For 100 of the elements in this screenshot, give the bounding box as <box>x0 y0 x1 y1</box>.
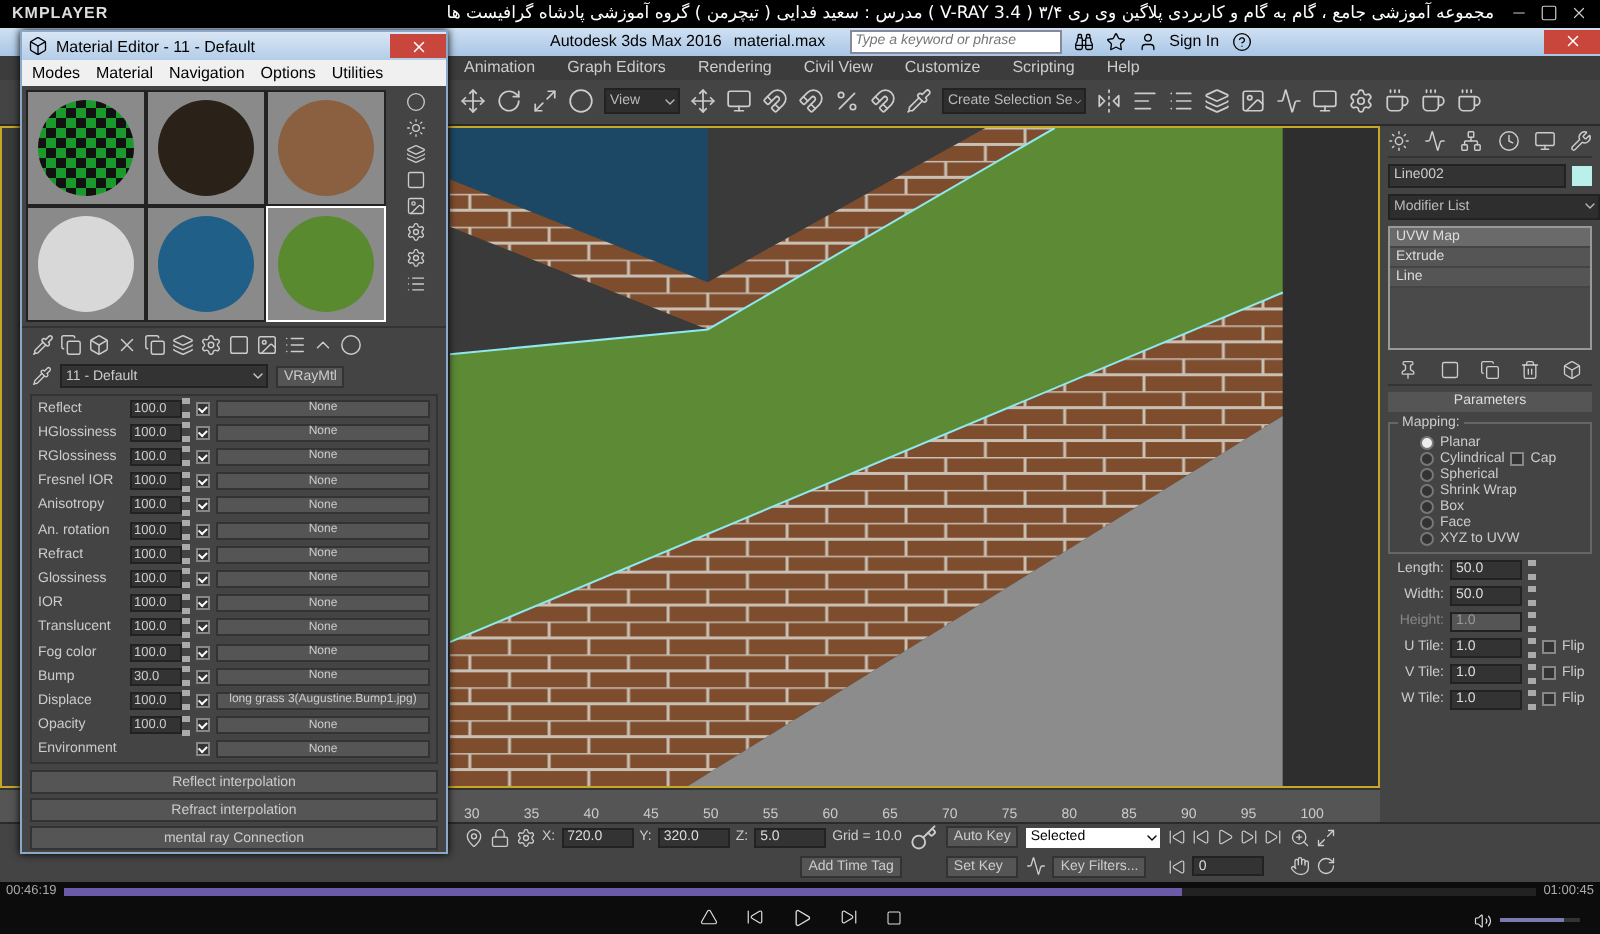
user-icon[interactable] <box>1137 31 1158 52</box>
radio-button[interactable] <box>1420 435 1434 450</box>
menu-item[interactable]: Scripting <box>1012 58 1075 77</box>
pin-icon[interactable] <box>464 827 484 848</box>
object-color-swatch[interactable] <box>1572 165 1592 186</box>
spinner-icon[interactable] <box>182 642 190 663</box>
spinner-icon[interactable] <box>182 520 190 541</box>
maximize-icon[interactable] <box>1540 4 1558 23</box>
snap-icon[interactable] <box>762 88 788 115</box>
sample-slot[interactable] <box>148 92 264 204</box>
checkbox[interactable] <box>196 742 210 757</box>
map-navigator-icon[interactable] <box>406 274 426 294</box>
next-frame-icon[interactable] <box>1240 828 1259 847</box>
curve-icon[interactable] <box>1026 856 1047 877</box>
spinner-icon[interactable] <box>182 544 190 565</box>
checkbox[interactable] <box>196 571 210 586</box>
viewport-scene-drawing[interactable] <box>450 127 1378 786</box>
checkbox[interactable] <box>196 425 210 440</box>
menu-item[interactable]: Options <box>260 64 316 82</box>
star-icon[interactable] <box>1105 31 1126 52</box>
copy-material-icon[interactable] <box>144 334 166 356</box>
play-icon[interactable] <box>791 907 811 928</box>
spinner-icon[interactable] <box>1528 637 1536 658</box>
checkbox[interactable] <box>196 498 210 513</box>
layers-icon[interactable] <box>1204 88 1230 115</box>
checkbox[interactable] <box>1510 451 1525 466</box>
help-icon[interactable] <box>1231 31 1252 52</box>
play-icon[interactable] <box>1216 828 1235 847</box>
checkbox[interactable] <box>1542 640 1556 655</box>
checkbox[interactable] <box>196 547 210 562</box>
mirror-icon[interactable] <box>1096 88 1122 115</box>
rotate-icon[interactable] <box>496 88 522 115</box>
binoculars-icon[interactable] <box>1073 31 1094 52</box>
checkbox[interactable] <box>196 645 210 660</box>
menu-item[interactable]: Material <box>96 64 153 82</box>
image-icon[interactable] <box>1240 88 1266 115</box>
checkbox[interactable] <box>196 620 210 635</box>
checkbox[interactable] <box>196 401 210 415</box>
gear-icon[interactable] <box>1348 88 1374 115</box>
spinner-icon[interactable] <box>182 715 190 736</box>
options-icon[interactable] <box>406 222 426 242</box>
spinner-snap-icon[interactable] <box>870 88 896 115</box>
spinner-icon[interactable] <box>1528 611 1536 632</box>
radio-button[interactable] <box>1420 467 1434 482</box>
window-icon[interactable] <box>726 88 752 115</box>
close-icon[interactable] <box>1570 4 1588 23</box>
volume-icon[interactable] <box>1474 911 1492 930</box>
key-icon[interactable] <box>909 823 938 852</box>
seek-bar[interactable] <box>64 887 1536 896</box>
spinner-icon[interactable] <box>182 617 190 638</box>
spinner-icon[interactable] <box>1528 689 1536 710</box>
spinner-icon[interactable] <box>1528 559 1536 580</box>
checkbox[interactable] <box>196 693 210 708</box>
volume-slider[interactable] <box>1500 918 1580 923</box>
radio-button[interactable] <box>1420 531 1434 546</box>
spinner-icon[interactable] <box>182 446 190 467</box>
orbit-icon[interactable] <box>1316 856 1337 877</box>
spinner-icon[interactable] <box>182 398 190 418</box>
lock-icon[interactable] <box>490 827 510 848</box>
sample-slot[interactable] <box>28 92 144 204</box>
checkbox[interactable] <box>196 449 210 464</box>
menu-item[interactable]: Modes <box>32 64 81 82</box>
spinner-icon[interactable] <box>182 568 190 589</box>
menu-item[interactable]: Rendering <box>697 58 772 77</box>
spinner-icon[interactable] <box>182 690 190 711</box>
spinner-icon[interactable] <box>182 593 190 614</box>
spinner-icon[interactable] <box>182 471 190 492</box>
checkbox[interactable] <box>1542 666 1556 681</box>
menu-item[interactable]: Navigation <box>168 64 245 82</box>
spinner-icon[interactable] <box>1528 663 1536 684</box>
editor-close-button[interactable] <box>390 34 446 58</box>
gear-icon[interactable] <box>516 827 536 848</box>
spinner-icon[interactable] <box>182 495 190 516</box>
checkbox[interactable] <box>196 596 210 611</box>
checkbox[interactable] <box>196 669 210 684</box>
menu-item[interactable]: Utilities <box>331 64 384 82</box>
radio-button[interactable] <box>1420 499 1434 514</box>
radio-button[interactable] <box>1420 483 1434 498</box>
previous-icon[interactable] <box>745 908 763 927</box>
eyedropper-icon[interactable] <box>32 366 52 386</box>
zoom-icon[interactable] <box>1290 827 1311 848</box>
percent-snap-icon[interactable] <box>834 88 860 115</box>
pin-icon[interactable] <box>1398 359 1419 380</box>
stop-icon[interactable] <box>885 909 901 926</box>
pan-icon[interactable] <box>1290 856 1311 877</box>
move-icon[interactable] <box>460 88 486 115</box>
scale-icon[interactable] <box>532 88 558 115</box>
checkbox[interactable] <box>1542 692 1556 707</box>
previous-frame-icon[interactable] <box>1192 828 1211 847</box>
next-icon[interactable] <box>839 908 857 927</box>
menu-item[interactable]: Graph Editors <box>567 58 666 77</box>
menu-item[interactable]: Animation <box>464 58 536 77</box>
spinner-icon[interactable] <box>182 422 190 443</box>
menu-item[interactable]: Help <box>1106 58 1140 77</box>
radio-button[interactable] <box>1420 451 1434 466</box>
eject-icon[interactable] <box>699 908 717 927</box>
remove-icon[interactable] <box>1520 359 1541 380</box>
go-to-start-icon[interactable] <box>1168 828 1187 847</box>
radio-button[interactable] <box>1420 515 1434 530</box>
checkbox[interactable] <box>196 523 210 538</box>
